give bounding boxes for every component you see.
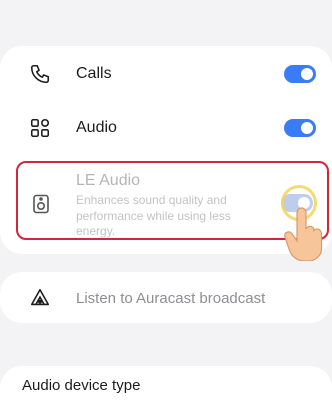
phone-icon (28, 62, 52, 86)
le-audio-title: LE Audio (76, 172, 141, 189)
auracast-icon (28, 286, 52, 310)
le-audio-setting-row[interactable]: LE Audio Enhances sound quality and perf… (16, 161, 329, 262)
audio-label: Audio (76, 119, 117, 136)
calls-label: Calls (76, 65, 112, 82)
calls-setting-row[interactable]: Calls (0, 56, 332, 92)
speaker-device-icon (30, 193, 52, 215)
audio-apps-icon (28, 116, 52, 140)
audio-toggle[interactable] (284, 119, 316, 137)
audio-setting-row[interactable]: Audio (0, 110, 332, 146)
auracast-row[interactable]: Listen to Auracast broadcast (0, 284, 332, 312)
bluetooth-device-settings: Calls Audio LE Audio Enhances sound qual… (0, 0, 332, 407)
calls-toggle[interactable] (284, 65, 316, 83)
auracast-label: Listen to Auracast broadcast (76, 289, 266, 307)
pointing-hand-icon (279, 207, 331, 262)
audio-device-type-label[interactable]: Audio device type (22, 377, 140, 394)
le-audio-description: Enhances sound quality and performance w… (76, 193, 231, 238)
